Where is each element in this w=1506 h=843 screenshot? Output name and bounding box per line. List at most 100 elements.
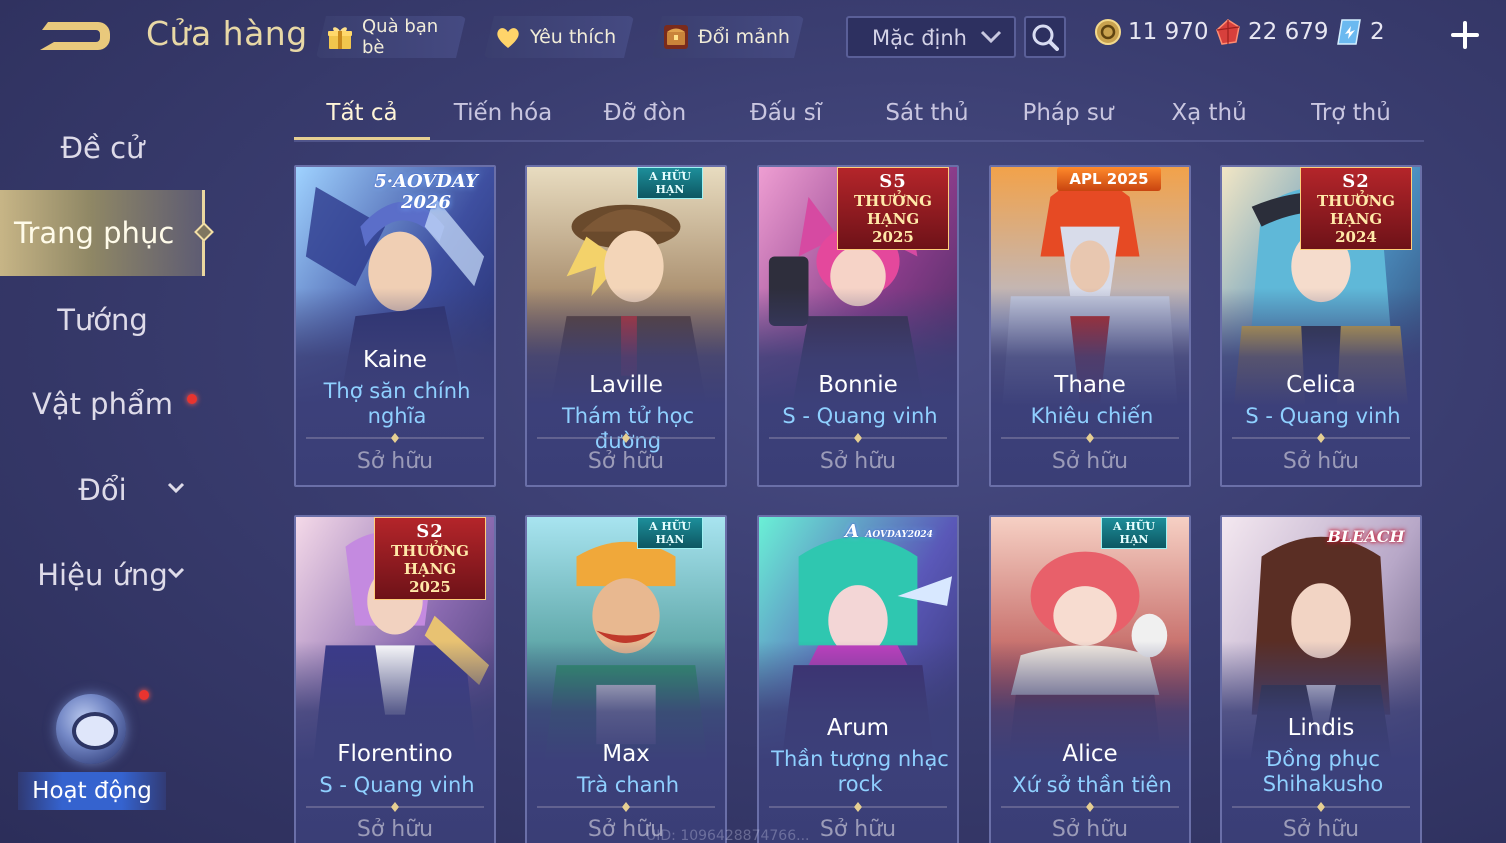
notification-dot [139,690,149,700]
badge-subtitle: HỮU HẠN [1119,520,1155,546]
voucher-icon [1337,19,1361,45]
activity-orb-icon [56,694,126,764]
sidebar-item-exchange[interactable]: Đổi [0,454,205,526]
shard-exchange-button[interactable]: Đổi mảnh [652,16,804,58]
skin-card[interactable]: S5 THƯỞNG HẠNG 2025 Bonnie S - Quang vin… [757,165,959,487]
card-badge: A HỮU HẠN [1101,517,1167,549]
sidebar-item-items[interactable]: Vật phẩm [0,368,205,440]
favorites-button[interactable]: Yêu thích [484,16,634,58]
badge-subtitle: THƯỞNG HẠNG [390,542,469,578]
hero-name: Alice [1062,741,1118,767]
card-divider [306,802,484,812]
back-arrow-icon [40,22,110,50]
voucher-amount: 2 [1370,19,1385,45]
activity-button[interactable]: Hoạt động [18,690,166,814]
tab-fighter[interactable]: Đấu sĩ [718,92,854,140]
sidebar-item-skins[interactable]: Trang phục [0,190,214,276]
gift-icon [326,23,354,51]
sort-dropdown[interactable]: Mặc định [846,16,1016,58]
red-gem-icon [1216,19,1240,45]
skin-name: Xứ sở thần tiên [1012,773,1172,797]
skin-name: Khiêu chiến [1030,404,1154,428]
tab-all[interactable]: Tất cả [294,92,430,140]
skin-card[interactable]: APL 2025 Thane Khiêu chiến Sở hữu [989,165,1191,487]
skin-name: S - Quang vinh [1245,404,1401,428]
skin-card[interactable]: S2 THƯỞNG HẠNG 2024 Celica S - Quang vin… [1220,165,1422,487]
owned-status: Sở hữu [819,449,897,474]
card-divider [1232,433,1410,443]
badge-subtitle: THƯỞNG HẠNG [853,192,932,228]
skin-card[interactable]: 5·AOVDAY 2026 Kaine Thợ săn chính nghĩa … [294,165,496,487]
gold-amount: 11 970 [1128,19,1209,45]
sidebar-item-label: Hiệu ứng [37,558,168,592]
skin-card[interactable]: A AOVDAY2024 Arum Thần tượng nhạc rock S… [757,515,959,843]
sidebar-item-label: Đề cử [60,131,145,165]
card-badge: APL 2025 [1057,167,1161,191]
card-fade [759,640,957,843]
sort-selected-value: Mặc định [872,26,967,50]
back-button[interactable] [34,16,114,56]
owned-status: Sở hữu [1282,449,1360,474]
hero-name: Max [602,741,650,767]
owned-status: Sở hữu [356,449,434,474]
card-badge: A HỮU HẠN [637,167,703,199]
hero-name: Kaine [363,347,427,373]
skin-card[interactable]: BLEACH Lindis Đồng phục Shihakusho Sở hữ… [1220,515,1422,843]
search-button[interactable] [1024,16,1066,58]
plus-icon[interactable] [1448,18,1482,52]
gold-balance: 11 970 [1094,18,1208,46]
top-bar: Cửa hàng Quà bạn bè Yêu thích Đổi mảnh M… [0,0,1506,72]
friend-gift-button[interactable]: Quà bạn bè [316,16,466,58]
tab-evolution[interactable]: Tiến hóa [436,92,570,140]
owned-status: Sở hữu [1051,449,1129,474]
sidebar-item-heroes[interactable]: Tướng [0,284,205,356]
skin-name: Trà chanh [576,773,680,797]
card-divider [1232,802,1410,812]
badge-main: A [1113,520,1122,533]
category-tabs: Tất cả Tiến hóa Đỡ đòn Đấu sĩ Sát thủ Ph… [294,92,1424,142]
badge-main: S2 [416,521,444,542]
sidebar-item-label: Trang phục [14,216,175,250]
skin-name: Thần tượng nhạc rock [771,747,949,796]
tab-marksman[interactable]: Xạ thủ [1142,92,1276,140]
badge-year: 2025 [872,228,914,246]
skin-card[interactable]: A HỮU HẠN Laville Thám tử học đường Sở h… [525,165,727,487]
favorites-label: Yêu thích [530,26,617,48]
owned-status: Sở hữu [1051,817,1129,842]
card-badge: S2 THƯỞNG HẠNG 2025 [374,517,486,600]
tab-tank[interactable]: Đỡ đòn [578,92,712,140]
badge-subtitle: THƯỞNG HẠNG [1316,192,1395,228]
card-badge: A HỮU HẠN [637,517,703,549]
skin-card[interactable]: S2 THƯỞNG HẠNG 2025 Florentino S - Quang… [294,515,496,843]
tab-assassin[interactable]: Sát thủ [860,92,994,140]
sidebar-item-effects[interactable]: Hiệu ứng [0,539,205,611]
heart-icon [494,23,522,51]
hero-name: Lindis [1287,715,1355,741]
sidebar: Đề cử Trang phục Tướng Vật phẩm Đổi Hiệu… [0,72,214,843]
skin-card[interactable]: A HỮU HẠN Alice Xứ sở thần tiên Sở hữu [989,515,1191,843]
hero-name: Arum [826,715,890,741]
voucher-balance: 2 [1336,18,1385,46]
skin-name: S - Quang vinh [319,773,475,797]
gem-amount: 22 679 [1248,19,1329,45]
badge-year: 2025 [409,578,451,596]
card-divider [537,433,715,443]
badge-main: S2 [1342,171,1370,192]
hero-name: Laville [589,372,663,398]
tab-mage[interactable]: Pháp sư [1000,92,1136,140]
skin-name: Đồng phục Shihakusho [1262,747,1384,796]
skin-card[interactable]: A HỮU HẠN Max Trà chanh Sở hữu [525,515,727,843]
card-divider [1001,802,1179,812]
card-divider [769,802,947,812]
owned-status: Sở hữu [587,449,665,474]
skin-name: Thợ săn chính nghĩa [323,379,471,428]
tab-support[interactable]: Trợ thủ [1282,92,1420,140]
card-badge: S2 THƯỞNG HẠNG 2024 [1300,167,1412,250]
gem-balance: 22 679 [1214,18,1328,46]
badge-main: A [649,170,658,183]
card-badge: S5 THƯỞNG HẠNG 2025 [837,167,949,250]
chevron-down-icon [980,30,1002,44]
sidebar-item-recommended[interactable]: Đề cử [0,112,205,184]
hero-name: Thane [1054,372,1126,398]
badge-subtitle: HỮU HẠN [655,520,691,546]
